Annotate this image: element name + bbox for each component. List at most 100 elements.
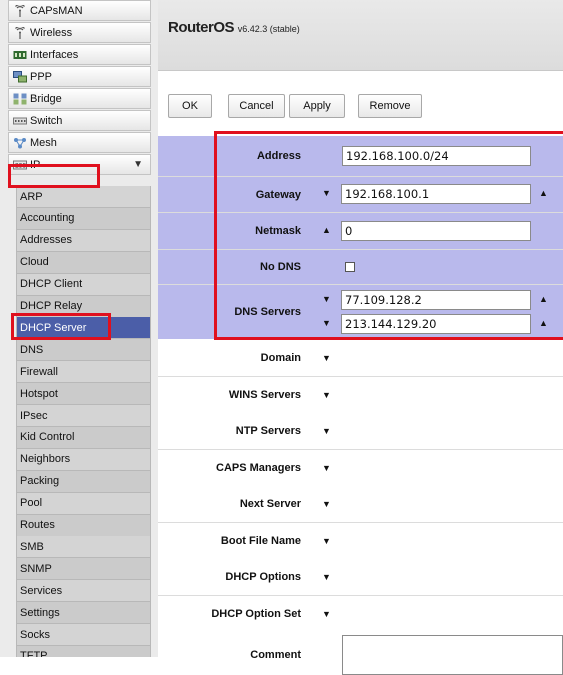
cancel-button[interactable]: Cancel xyxy=(228,94,285,118)
sidebar-subitem-dhcp-server[interactable]: DHCP Server xyxy=(16,317,151,340)
sidebar-subitem-routes[interactable]: Routes xyxy=(16,514,151,537)
ok-button[interactable]: OK xyxy=(168,94,212,118)
next-server-expand-icon[interactable]: ▼ xyxy=(322,499,331,509)
address-row: Address xyxy=(158,136,563,176)
sidebar-subitem-firewall[interactable]: Firewall xyxy=(16,361,151,384)
switch-icon xyxy=(13,115,27,127)
domain-expand-icon[interactable]: ▼ xyxy=(322,353,331,363)
wins-servers-row: WINS Servers ▼ xyxy=(158,376,563,413)
dns-server-1-add-icon[interactable]: ▲ xyxy=(539,294,548,304)
sidebar-subitem-socks[interactable]: Socks xyxy=(16,624,151,646)
page-title: RouterOS v6.42.3 (stable) xyxy=(168,19,300,36)
dns-servers-label: DNS Servers xyxy=(234,306,301,318)
bridge-icon xyxy=(13,93,27,105)
boot-file-name-expand-icon[interactable]: ▼ xyxy=(322,536,331,546)
domain-row: Domain ▼ xyxy=(158,340,563,376)
sidebar-subitem-ipsec[interactable]: IPsec xyxy=(16,405,151,427)
comment-textarea[interactable] xyxy=(342,635,563,675)
sidebar-item-ppp[interactable]: PPP xyxy=(8,66,151,87)
sidebar-item-label: PPP xyxy=(30,70,53,83)
sidebar-subitem-hotspot[interactable]: Hotspot xyxy=(16,383,151,406)
interfaces-icon xyxy=(13,49,27,61)
toolbar: OK Cancel Apply Remove xyxy=(158,71,563,135)
boot-file-name-label: Boot File Name xyxy=(220,534,301,547)
version-label: v6.42.3 (stable) xyxy=(237,24,300,34)
domain-label: Domain xyxy=(260,352,301,364)
sidebar-item-label: IP xyxy=(30,158,41,171)
sidebar-subitem-dhcp-client[interactable]: DHCP Client xyxy=(16,273,151,296)
sidebar-subitem-addresses[interactable]: Addresses xyxy=(16,229,151,252)
dhcp-options-label: DHCP Options xyxy=(225,571,301,583)
no-dns-checkbox[interactable] xyxy=(345,262,355,272)
gateway-add-icon[interactable]: ▲ xyxy=(539,188,548,198)
netmask-row: Netmask ▲ xyxy=(158,213,563,249)
sidebar-item-wireless[interactable]: Wireless xyxy=(8,22,151,43)
ntp-servers-row: NTP Servers ▼ xyxy=(158,413,563,449)
ntp-servers-expand-icon[interactable]: ▼ xyxy=(322,426,331,436)
gateway-collapse-icon[interactable]: ▼ xyxy=(322,188,331,198)
main-panel: RouterOS v6.42.3 (stable) OK Cancel Appl… xyxy=(158,0,563,675)
sidebar-subitem-tftp[interactable]: TFTP xyxy=(16,645,151,657)
sidebar-subitem-arp[interactable]: ARP xyxy=(16,186,151,208)
sidebar-subitem-smb[interactable]: SMB xyxy=(16,536,151,559)
gateway-input[interactable] xyxy=(341,184,531,204)
remove-button[interactable]: Remove xyxy=(358,94,422,118)
dhcp-options-expand-icon[interactable]: ▼ xyxy=(322,572,331,582)
sidebar-item-switch[interactable]: Switch xyxy=(8,110,151,131)
sidebar-item-label: CAPsMAN xyxy=(30,4,83,17)
sidebar-item-interfaces[interactable]: Interfaces xyxy=(8,44,151,65)
sidebar-subitem-services[interactable]: Services xyxy=(16,580,151,603)
sidebar-item-label: Bridge xyxy=(30,92,62,105)
sidebar-item-label: Wireless xyxy=(30,26,73,39)
sidebar-item-label: Switch xyxy=(30,114,63,127)
sidebar-subitem-neighbors[interactable]: Neighbors xyxy=(16,448,151,471)
netmask-input[interactable] xyxy=(341,221,531,241)
address-label: Address xyxy=(256,150,301,162)
sidebar-subitem-dhcp-relay[interactable]: DHCP Relay xyxy=(16,295,151,318)
gateway-row: Gateway ▼ ▲ xyxy=(158,177,563,212)
dns-server-1-input[interactable] xyxy=(341,290,531,310)
sidebar-subitem-cloud[interactable]: Cloud xyxy=(16,251,151,274)
sidebar-subitem-kid-control[interactable]: Kid Control xyxy=(16,426,151,449)
product-name: RouterOS xyxy=(168,19,235,36)
mesh-icon xyxy=(13,137,27,149)
sidebar-item-mesh[interactable]: Mesh xyxy=(8,132,151,153)
sidebar-subitem-packing[interactable]: Packing xyxy=(16,470,151,493)
sidebar-subitem-snmp[interactable]: SNMP xyxy=(16,558,151,581)
sidebar-item-capsman[interactable]: CAPsMAN xyxy=(8,0,151,21)
dns-server-1-collapse-icon[interactable]: ▼ xyxy=(322,294,331,304)
sidebar-subitem-accounting[interactable]: Accounting xyxy=(16,207,151,230)
sidebar-item-bridge[interactable]: Bridge xyxy=(8,88,151,109)
boot-file-name-row: Boot File Name ▼ xyxy=(158,522,563,559)
sidebar-item-label: Mesh xyxy=(30,136,57,149)
ppp-icon xyxy=(13,70,27,83)
dns-servers-row: DNS Servers ▼ ▲ ▼ ▲ xyxy=(158,285,563,339)
antenna-icon xyxy=(13,4,27,17)
next-server-row: Next Server ▼ xyxy=(158,486,563,522)
antenna-icon xyxy=(13,26,27,39)
address-input[interactable] xyxy=(342,146,531,166)
apply-button[interactable]: Apply xyxy=(289,94,345,118)
sidebar-item-ip[interactable]: 255 IP ▼ xyxy=(8,154,151,175)
caps-managers-expand-icon[interactable]: ▼ xyxy=(322,463,331,473)
netmask-label: Netmask xyxy=(255,225,301,237)
chevron-down-icon: ▼ xyxy=(133,159,143,170)
dns-server-2-collapse-icon[interactable]: ▼ xyxy=(322,318,331,328)
no-dns-row: No DNS xyxy=(158,250,563,284)
dns-server-2-add-icon[interactable]: ▲ xyxy=(539,318,548,328)
sidebar-subitem-settings[interactable]: Settings xyxy=(16,602,151,625)
dhcp-option-set-expand-icon[interactable]: ▼ xyxy=(322,609,331,619)
caps-managers-row: CAPS Managers ▼ xyxy=(158,449,563,486)
wins-servers-expand-icon[interactable]: ▼ xyxy=(322,390,331,400)
sidebar-subitem-dns[interactable]: DNS xyxy=(16,339,151,362)
sidebar-subitem-pool[interactable]: Pool xyxy=(16,492,151,515)
dns-server-2-input[interactable] xyxy=(341,314,531,334)
dhcp-option-set-label: DHCP Option Set xyxy=(211,607,301,620)
no-dns-label: No DNS xyxy=(260,261,301,273)
ip-icon: 255 xyxy=(13,159,27,171)
netmask-expand-icon[interactable]: ▲ xyxy=(322,225,331,235)
comment-label: Comment xyxy=(250,649,301,661)
dhcp-options-row: DHCP Options ▼ xyxy=(158,559,563,595)
sidebar-item-label: Interfaces xyxy=(30,48,79,61)
next-server-label: Next Server xyxy=(239,498,301,510)
